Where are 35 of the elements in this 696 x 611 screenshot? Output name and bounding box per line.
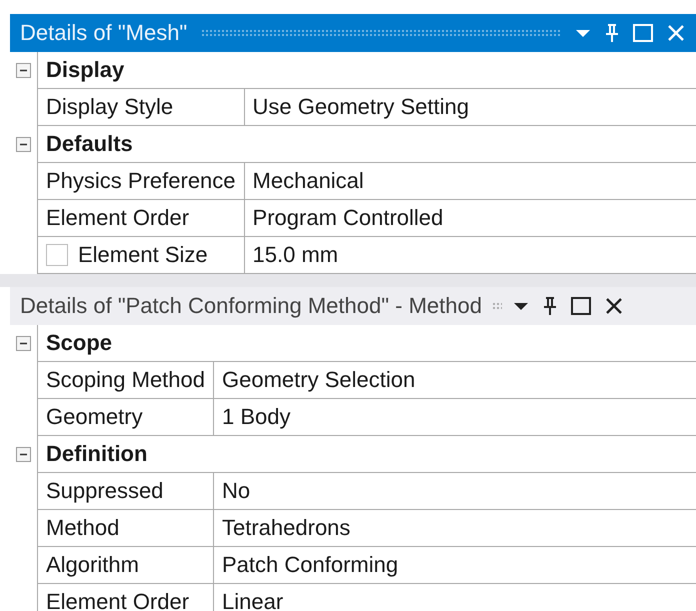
maximize-icon[interactable]: [570, 296, 592, 316]
property-label: Element Order: [46, 589, 190, 611]
property-value: Patch Conforming: [222, 552, 398, 578]
property-label: Algorithm: [46, 552, 139, 578]
property-label: Suppressed: [46, 478, 164, 504]
pin-icon[interactable]: [542, 295, 558, 317]
property-label: Element Order: [46, 205, 190, 231]
panel-title: Details of "Mesh": [20, 20, 188, 46]
collapse-toggle[interactable]: [16, 137, 31, 152]
group-heading: Defaults: [46, 131, 133, 157]
property-value: 1 Body: [222, 404, 290, 430]
property-label: Method: [46, 515, 120, 541]
property-value: Geometry Selection: [222, 367, 416, 393]
property-value: Tetrahedrons: [222, 515, 350, 541]
group-heading: Definition: [46, 441, 148, 467]
group-heading: Display: [46, 57, 124, 83]
property-value: Use Geometry Setting: [252, 94, 469, 120]
checkbox[interactable]: [46, 244, 68, 266]
collapse-toggle[interactable]: [16, 447, 31, 462]
property-value: Linear: [222, 589, 284, 611]
group-heading: Scope: [46, 330, 112, 356]
property-label: Physics Preference: [46, 168, 236, 194]
panel-title: Details of "Patch Conforming Method" - Method: [20, 293, 482, 319]
gripper-pattern: [492, 302, 502, 310]
property-value: Program Controlled: [252, 205, 444, 231]
property-value: No: [222, 478, 250, 504]
property-label: Display Style: [46, 94, 174, 120]
property-value: Mechanical: [252, 168, 364, 194]
collapse-toggle[interactable]: [16, 336, 31, 351]
property-label: Geometry: [46, 404, 143, 430]
collapse-toggle[interactable]: [16, 63, 31, 78]
property-value: 15.0 mm: [252, 242, 338, 268]
property-label: Scoping Method: [46, 367, 205, 393]
close-icon[interactable]: [604, 296, 624, 316]
property-label: Element Size: [78, 242, 208, 268]
